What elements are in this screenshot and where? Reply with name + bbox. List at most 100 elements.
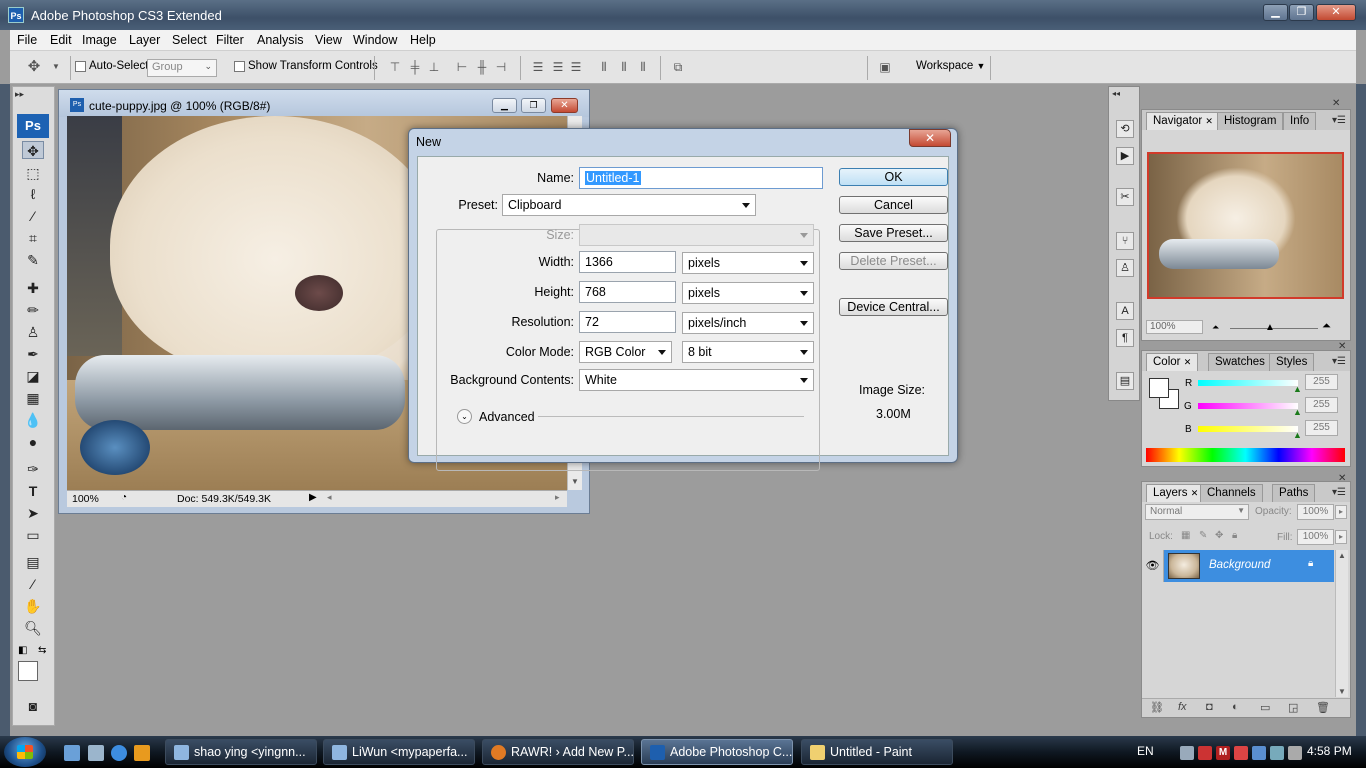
taskbar-item-3[interactable]: Adobe Photoshop C... [641, 739, 793, 765]
blur-tool-icon[interactable]: 💧 [22, 411, 44, 429]
menu-layer[interactable]: Layer [129, 33, 160, 47]
menu-window[interactable]: Window [353, 33, 397, 47]
go-to-bridge-icon[interactable]: ▣ [874, 60, 896, 74]
zoom-tool-icon[interactable]: 🔍︎ [22, 619, 44, 637]
align-vcenter-icon[interactable]: ╪ [407, 60, 423, 74]
eraser-tool-icon[interactable]: ◪ [22, 367, 44, 385]
distribute-left-icon[interactable]: ⫴ [596, 60, 612, 74]
tray-device-icon[interactable] [1180, 746, 1194, 760]
close-button[interactable]: ✕ [1316, 4, 1356, 21]
healing-brush-tool-icon[interactable]: ✚ [22, 279, 44, 297]
close-icon[interactable]: ✕ [1191, 488, 1199, 498]
navigator-zoom-field[interactable]: 100% [1146, 320, 1203, 334]
show-transform-checkbox[interactable] [234, 61, 245, 72]
menu-filter[interactable]: Filter [216, 33, 244, 47]
trash-icon[interactable]: 🗑︎ [1316, 701, 1330, 714]
name-input[interactable]: Untitled-1 [579, 167, 823, 189]
tray-security-icon[interactable] [1252, 746, 1266, 760]
tray-volume-icon[interactable] [1288, 746, 1302, 760]
align-left-icon[interactable]: ⊢ [454, 60, 470, 74]
clock[interactable]: 4:58 PM [1307, 744, 1352, 758]
resolution-input[interactable]: 72 [579, 311, 676, 333]
width-input[interactable]: 1366 [579, 251, 676, 273]
status-menu-arrow-icon[interactable]: ▶ [309, 492, 317, 503]
type-tool-icon[interactable]: T [22, 482, 44, 500]
scroll-down-icon[interactable]: ▼ [571, 477, 579, 486]
eye-icon[interactable]: 👁︎ [1142, 550, 1164, 582]
align-hcenter-icon[interactable]: ╫ [474, 60, 490, 74]
tab-paths[interactable]: Paths [1272, 484, 1316, 502]
save-preset-button[interactable]: Save Preset... [839, 224, 948, 242]
panel-menu-icon[interactable]: ▾☰ [1332, 487, 1346, 498]
lock-position-icon[interactable]: ✥ [1215, 530, 1223, 541]
distribute-top-icon[interactable]: ☰ [530, 60, 546, 74]
menu-file[interactable]: File [17, 33, 37, 47]
lock-transparent-icon[interactable]: ▦ [1181, 530, 1190, 541]
clone-source-icon[interactable]: ♙ [1116, 259, 1134, 277]
layer-mask-icon[interactable]: ◘ [1206, 701, 1213, 713]
scroll-right-icon[interactable]: ▸ [555, 492, 560, 503]
dodge-tool-icon[interactable]: ● [22, 433, 44, 451]
lock-all-icon[interactable]: 🔒︎ [1232, 530, 1237, 541]
document-title-bar[interactable]: Ps cute-puppy.jpg @ 100% (RGB/8#) ▁ ❐ ✕ [59, 90, 589, 117]
align-right-icon[interactable]: ⊣ [493, 60, 509, 74]
workspace-button[interactable]: Workspace ▼ [916, 60, 985, 72]
distribute-bottom-icon[interactable]: ☰ [568, 60, 584, 74]
media-player-icon[interactable] [134, 745, 150, 761]
zoom-out-icon[interactable]: ⏶ [1212, 322, 1219, 333]
close-icon[interactable]: ✕ [1205, 116, 1213, 126]
blend-mode-select[interactable]: Normal ▼ [1145, 504, 1249, 520]
channel-r-value[interactable]: 255 [1305, 374, 1338, 390]
device-central-button[interactable]: Device Central... [839, 298, 948, 316]
tab-styles[interactable]: Styles [1269, 353, 1315, 371]
channel-b-slider[interactable] [1198, 426, 1298, 432]
show-desktop-icon[interactable] [64, 745, 80, 761]
layer-row-background[interactable]: 👁︎ Background 🔒︎ [1142, 550, 1334, 582]
channel-g-value[interactable]: 255 [1305, 397, 1338, 413]
slice-tool-icon[interactable]: ✎ [22, 251, 44, 269]
delete-preset-button[interactable]: Delete Preset... [839, 252, 948, 270]
paragraph-panel-icon[interactable]: ¶ [1116, 329, 1134, 347]
menu-select[interactable]: Select [172, 33, 207, 47]
crop-tool-icon[interactable]: ⌗ [22, 229, 44, 247]
menu-image[interactable]: Image [82, 33, 117, 47]
height-input[interactable]: 768 [579, 281, 676, 303]
channel-b-value[interactable]: 255 [1305, 420, 1338, 436]
pen-tool-icon[interactable]: ✑ [22, 460, 44, 478]
zoom-in-icon[interactable]: ⏶ [1322, 320, 1331, 333]
width-unit-select[interactable]: pixels [682, 252, 814, 274]
brushes-panel-icon[interactable]: ⑂ [1116, 232, 1134, 250]
link-layers-icon[interactable]: ⛓ [1150, 701, 1164, 714]
lock-image-icon[interactable]: ✎ [1199, 530, 1207, 541]
slider-thumb-icon[interactable]: ▲ [1293, 407, 1302, 417]
menu-analysis[interactable]: Analysis [257, 33, 304, 47]
expand-advanced-icon[interactable]: ⌄ [457, 409, 472, 424]
maximize-button[interactable]: ❐ [1289, 4, 1314, 21]
ok-button[interactable]: OK [839, 168, 948, 186]
magic-wand-tool-icon[interactable]: ⁄ [22, 207, 44, 225]
bit-depth-select[interactable]: 8 bit [682, 341, 814, 363]
distribute-right-icon[interactable]: ⫴ [635, 60, 651, 74]
panel-menu-icon[interactable]: ▾☰ [1332, 356, 1346, 367]
advanced-label[interactable]: Advanced [479, 410, 535, 424]
distribute-hcenter-icon[interactable]: ⫴ [616, 60, 632, 74]
lasso-tool-icon[interactable]: ℓ [22, 185, 44, 203]
character-panel-icon[interactable]: A [1116, 302, 1134, 320]
collapse-icon[interactable]: ◂◂ [1112, 89, 1120, 98]
default-colors-icon[interactable]: ◧ [18, 645, 27, 656]
hand-tool-icon[interactable]: ✋ [22, 597, 44, 615]
navigator-thumbnail[interactable] [1147, 152, 1344, 299]
tray-mcafee-icon[interactable]: M [1216, 746, 1230, 760]
gradient-tool-icon[interactable]: ▦ [22, 389, 44, 407]
taskbar-item-0[interactable]: shao ying <yingnn... [165, 739, 317, 765]
auto-select-dropdown[interactable]: Group ⌄ [147, 59, 217, 77]
foreground-color-swatch[interactable] [18, 661, 38, 681]
tab-histogram[interactable]: Histogram [1217, 112, 1284, 130]
auto-align-icon[interactable]: ⧉ [670, 60, 686, 74]
doc-minimize-button[interactable]: ▁ [492, 98, 517, 113]
taskbar-item-1[interactable]: LiWun <mypaperfa... [323, 739, 475, 765]
panel-menu-icon[interactable]: ▾☰ [1332, 115, 1346, 126]
actions-panel-icon[interactable]: ▶ [1116, 147, 1134, 165]
fill-value[interactable]: 100% [1297, 529, 1334, 545]
chevron-down-icon[interactable]: ▼ [48, 60, 64, 74]
